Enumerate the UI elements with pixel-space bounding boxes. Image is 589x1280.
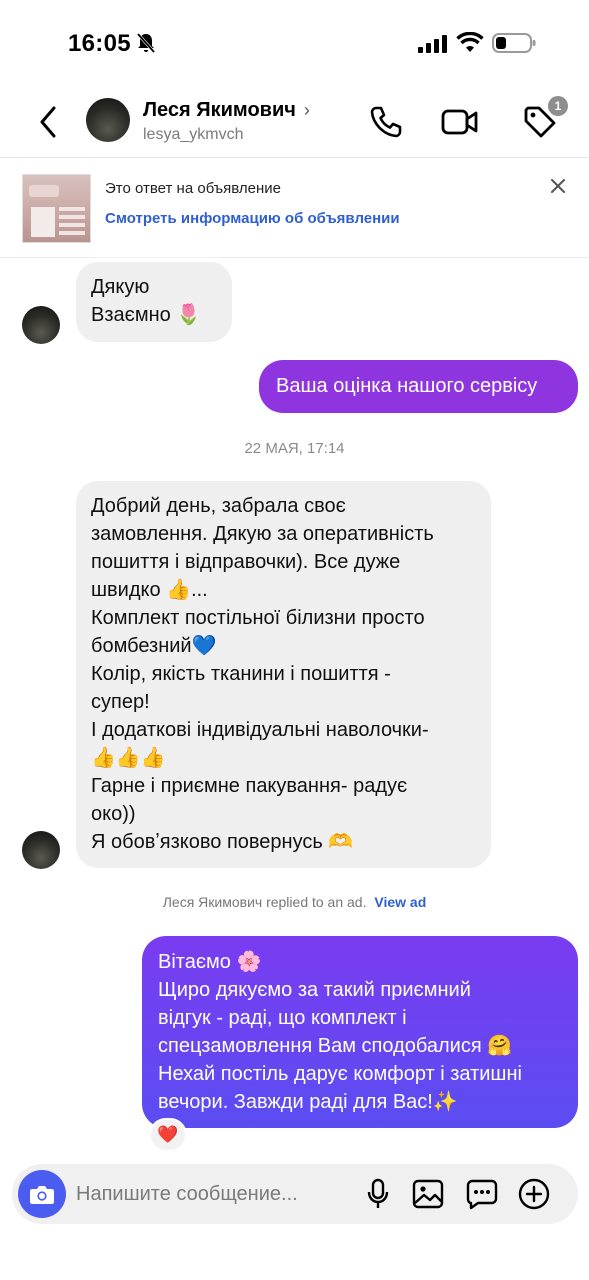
heart-reaction[interactable]: ❤️ xyxy=(149,1118,187,1152)
message-line: Вітаємо 🌸 xyxy=(158,951,262,973)
view-ad-link[interactable]: View ad xyxy=(374,894,426,910)
message-line: спецзамовлення Вам сподобалися 🤗 xyxy=(158,1035,513,1057)
message-line: Ваша оцінка нашого сервісу xyxy=(276,375,538,397)
chat-header: Леся Якимович › lesya_ykmvch xyxy=(0,88,589,158)
camera-icon xyxy=(30,1186,54,1204)
chevron-right-icon: › xyxy=(303,100,310,120)
message-line: око)) xyxy=(91,803,136,825)
message-line: 👍👍👍 xyxy=(91,747,166,769)
camera-button[interactable] xyxy=(18,1170,66,1218)
sticker-icon[interactable] xyxy=(466,1178,498,1210)
battery-icon xyxy=(492,33,536,53)
message-line: замовлення. Дякую за оперативність xyxy=(91,523,434,545)
plus-icon[interactable] xyxy=(518,1178,550,1210)
message-line: Колір, якість тканини і пошиття - xyxy=(91,663,391,685)
home-indicator xyxy=(0,1262,589,1280)
signal-icon xyxy=(418,35,447,53)
contact-name-row[interactable]: Леся Якимович › xyxy=(143,99,310,122)
avatar[interactable] xyxy=(22,831,60,869)
message-line: І додаткові індивідуальні наволочки- xyxy=(91,719,429,741)
ad-title: Это ответ на объявление xyxy=(105,180,282,197)
status-bar: 16:05 xyxy=(0,0,589,88)
bell-off-icon xyxy=(136,33,156,53)
date-separator: 22 МАЯ, 17:14 xyxy=(244,440,345,457)
gallery-icon[interactable] xyxy=(412,1178,444,1210)
contact-username: lesya_ykmvch xyxy=(143,126,244,143)
message-line: Комплект постільної білизни просто xyxy=(91,607,425,629)
phone-icon[interactable] xyxy=(368,104,404,140)
notification-badge: 1 xyxy=(548,96,568,116)
wifi-icon xyxy=(456,32,484,52)
incoming-message[interactable]: Дякую Взаємно 🌷 xyxy=(76,262,232,342)
message-line: Гарне і приємне пакування- радує xyxy=(91,775,408,797)
message-line: Дякую xyxy=(91,276,150,298)
message-line: бомбезний💙 xyxy=(91,635,217,657)
message-composer xyxy=(12,1164,578,1224)
microphone-icon[interactable] xyxy=(366,1178,390,1210)
message-line: відгук - раді, що комплект і xyxy=(158,1007,407,1029)
avatar[interactable] xyxy=(86,98,130,142)
reply-note: Леся Якимович replied to an ad. View ad xyxy=(0,894,589,910)
message-line: Взаємно 🌷 xyxy=(91,304,202,326)
ad-info-link[interactable]: Смотреть информацию об объявлении xyxy=(105,210,400,227)
video-icon[interactable] xyxy=(440,104,480,140)
message-line: Я обовʼязково повернусь 🫶 xyxy=(91,831,354,853)
outgoing-message[interactable]: Ваша оцінка нашого сервісу xyxy=(259,360,578,413)
ad-thumbnail[interactable] xyxy=(22,174,91,243)
message-line: Добрий день, забрала своє xyxy=(91,495,346,517)
message-line: Нехай постіль дарує комфорт і затишні xyxy=(158,1063,522,1085)
ad-banner[interactable]: Это ответ на объявление Смотреть информа… xyxy=(0,158,589,258)
message-line: вечори. Завжди раді для Вас!✨ xyxy=(158,1091,458,1113)
message-line: супер! xyxy=(91,691,150,713)
back-icon[interactable] xyxy=(34,104,62,140)
outgoing-message[interactable]: Вітаємо 🌸 Щиро дякуємо за такий приємний… xyxy=(142,936,578,1128)
status-time: 16:05 xyxy=(68,30,131,57)
reply-note-text: Леся Якимович replied to an ad. xyxy=(162,894,367,910)
close-icon[interactable] xyxy=(548,176,568,196)
contact-name[interactable]: Леся Якимович xyxy=(143,99,296,122)
message-line: пошиття і відправочки). Все дуже xyxy=(91,551,401,573)
incoming-message[interactable]: Добрий день, забрала своє замовлення. Дя… xyxy=(76,481,491,868)
message-input[interactable] xyxy=(76,1178,346,1210)
message-line: швидко 👍... xyxy=(91,579,208,601)
avatar[interactable] xyxy=(22,306,60,344)
message-line: Щиро дякуємо за такий приємний xyxy=(158,979,471,1001)
